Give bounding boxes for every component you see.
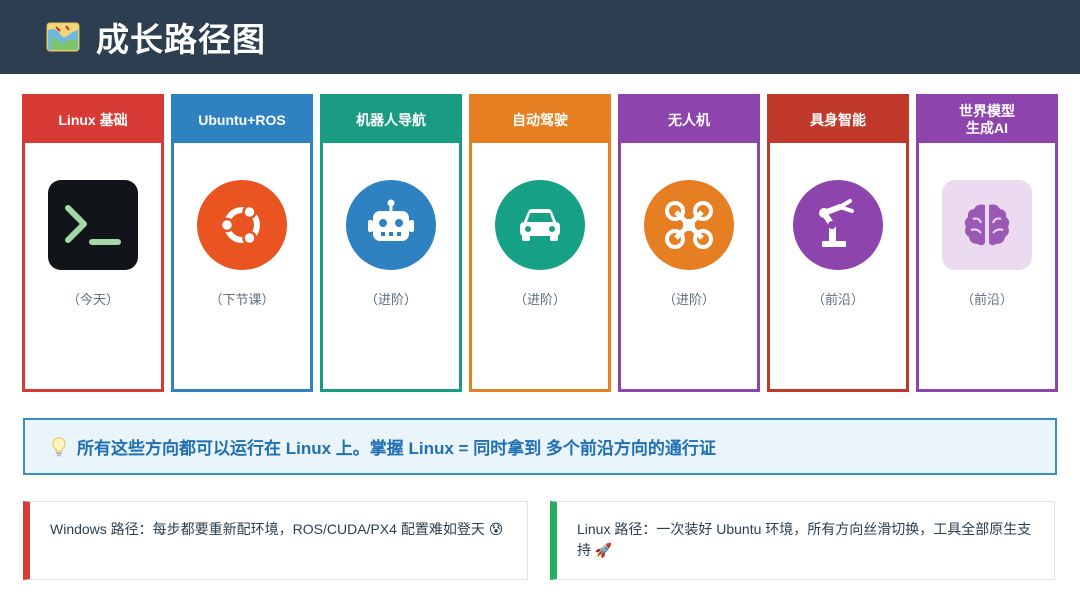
linux-path-note: Linux 路径：一次装好 Ubuntu 环境，所有方向丝滑切换，工具全部原生支…: [550, 501, 1055, 580]
tip-text: 所有这些方向都可以运行在 Linux 上。掌握 Linux = 同时拿到 多个前…: [77, 439, 716, 458]
path-cards: Linux 基础 （今天） Ubuntu+ROS （下节课） 机器人导航 （进阶…: [22, 94, 1058, 392]
card-stage: （前沿）: [811, 292, 864, 307]
ubuntu-icon: [197, 180, 287, 270]
brain-icon: [942, 180, 1032, 270]
card-title: Ubuntu+ROS: [174, 97, 310, 143]
card-autonomous-driving: 自动驾驶 （进阶）: [469, 94, 611, 392]
drone-icon: [644, 180, 734, 270]
card-title: 无人机: [621, 97, 757, 143]
card-title-line: 世界模型 生成AI: [959, 103, 1015, 136]
car-icon: [495, 180, 585, 270]
robot-icon: [346, 180, 436, 270]
card-stage: （今天）: [66, 292, 119, 307]
tip-banner: 所有这些方向都可以运行在 Linux 上。掌握 Linux = 同时拿到 多个前…: [23, 418, 1057, 475]
card-ubuntu-ros: Ubuntu+ROS （下节课）: [171, 94, 313, 392]
card-stage: （前沿）: [960, 292, 1013, 307]
card-linux-basics: Linux 基础 （今天）: [22, 94, 164, 392]
note-text: Windows 路径：每步都要重新配环境，ROS/CUDA/PX4 配置难如登天…: [50, 521, 504, 537]
card-stage: （下节课）: [209, 292, 275, 307]
card-title: 机器人导航: [323, 97, 459, 143]
note-text: Linux 路径：一次装好 Ubuntu 环境，所有方向丝滑切换，工具全部原生支…: [577, 521, 1032, 558]
card-stage: （进阶）: [662, 292, 715, 307]
robot-arm-icon: [793, 180, 883, 270]
card-world-model-genai: 世界模型 生成AI （前沿）: [916, 94, 1058, 392]
card-robot-navigation: 机器人导航 （进阶）: [320, 94, 462, 392]
card-stage: （进阶）: [513, 292, 566, 307]
page-title: 成长路径图: [96, 21, 266, 58]
card-stage: （进阶）: [364, 292, 417, 307]
map-icon: [46, 22, 80, 52]
card-title: 世界模型 生成AI: [919, 97, 1055, 143]
card-title: Linux 基础: [25, 97, 161, 143]
card-embodied-ai: 具身智能 （前沿）: [767, 94, 909, 392]
card-drone: 无人机 （进阶）: [618, 94, 760, 392]
terminal-icon: [48, 180, 138, 270]
card-title: 自动驾驶: [472, 97, 608, 143]
lightbulb-icon: [52, 436, 66, 456]
windows-path-note: Windows 路径：每步都要重新配环境，ROS/CUDA/PX4 配置难如登天…: [23, 501, 528, 580]
header-bar: 成长路径图: [0, 0, 1080, 74]
card-title: 具身智能: [770, 97, 906, 143]
